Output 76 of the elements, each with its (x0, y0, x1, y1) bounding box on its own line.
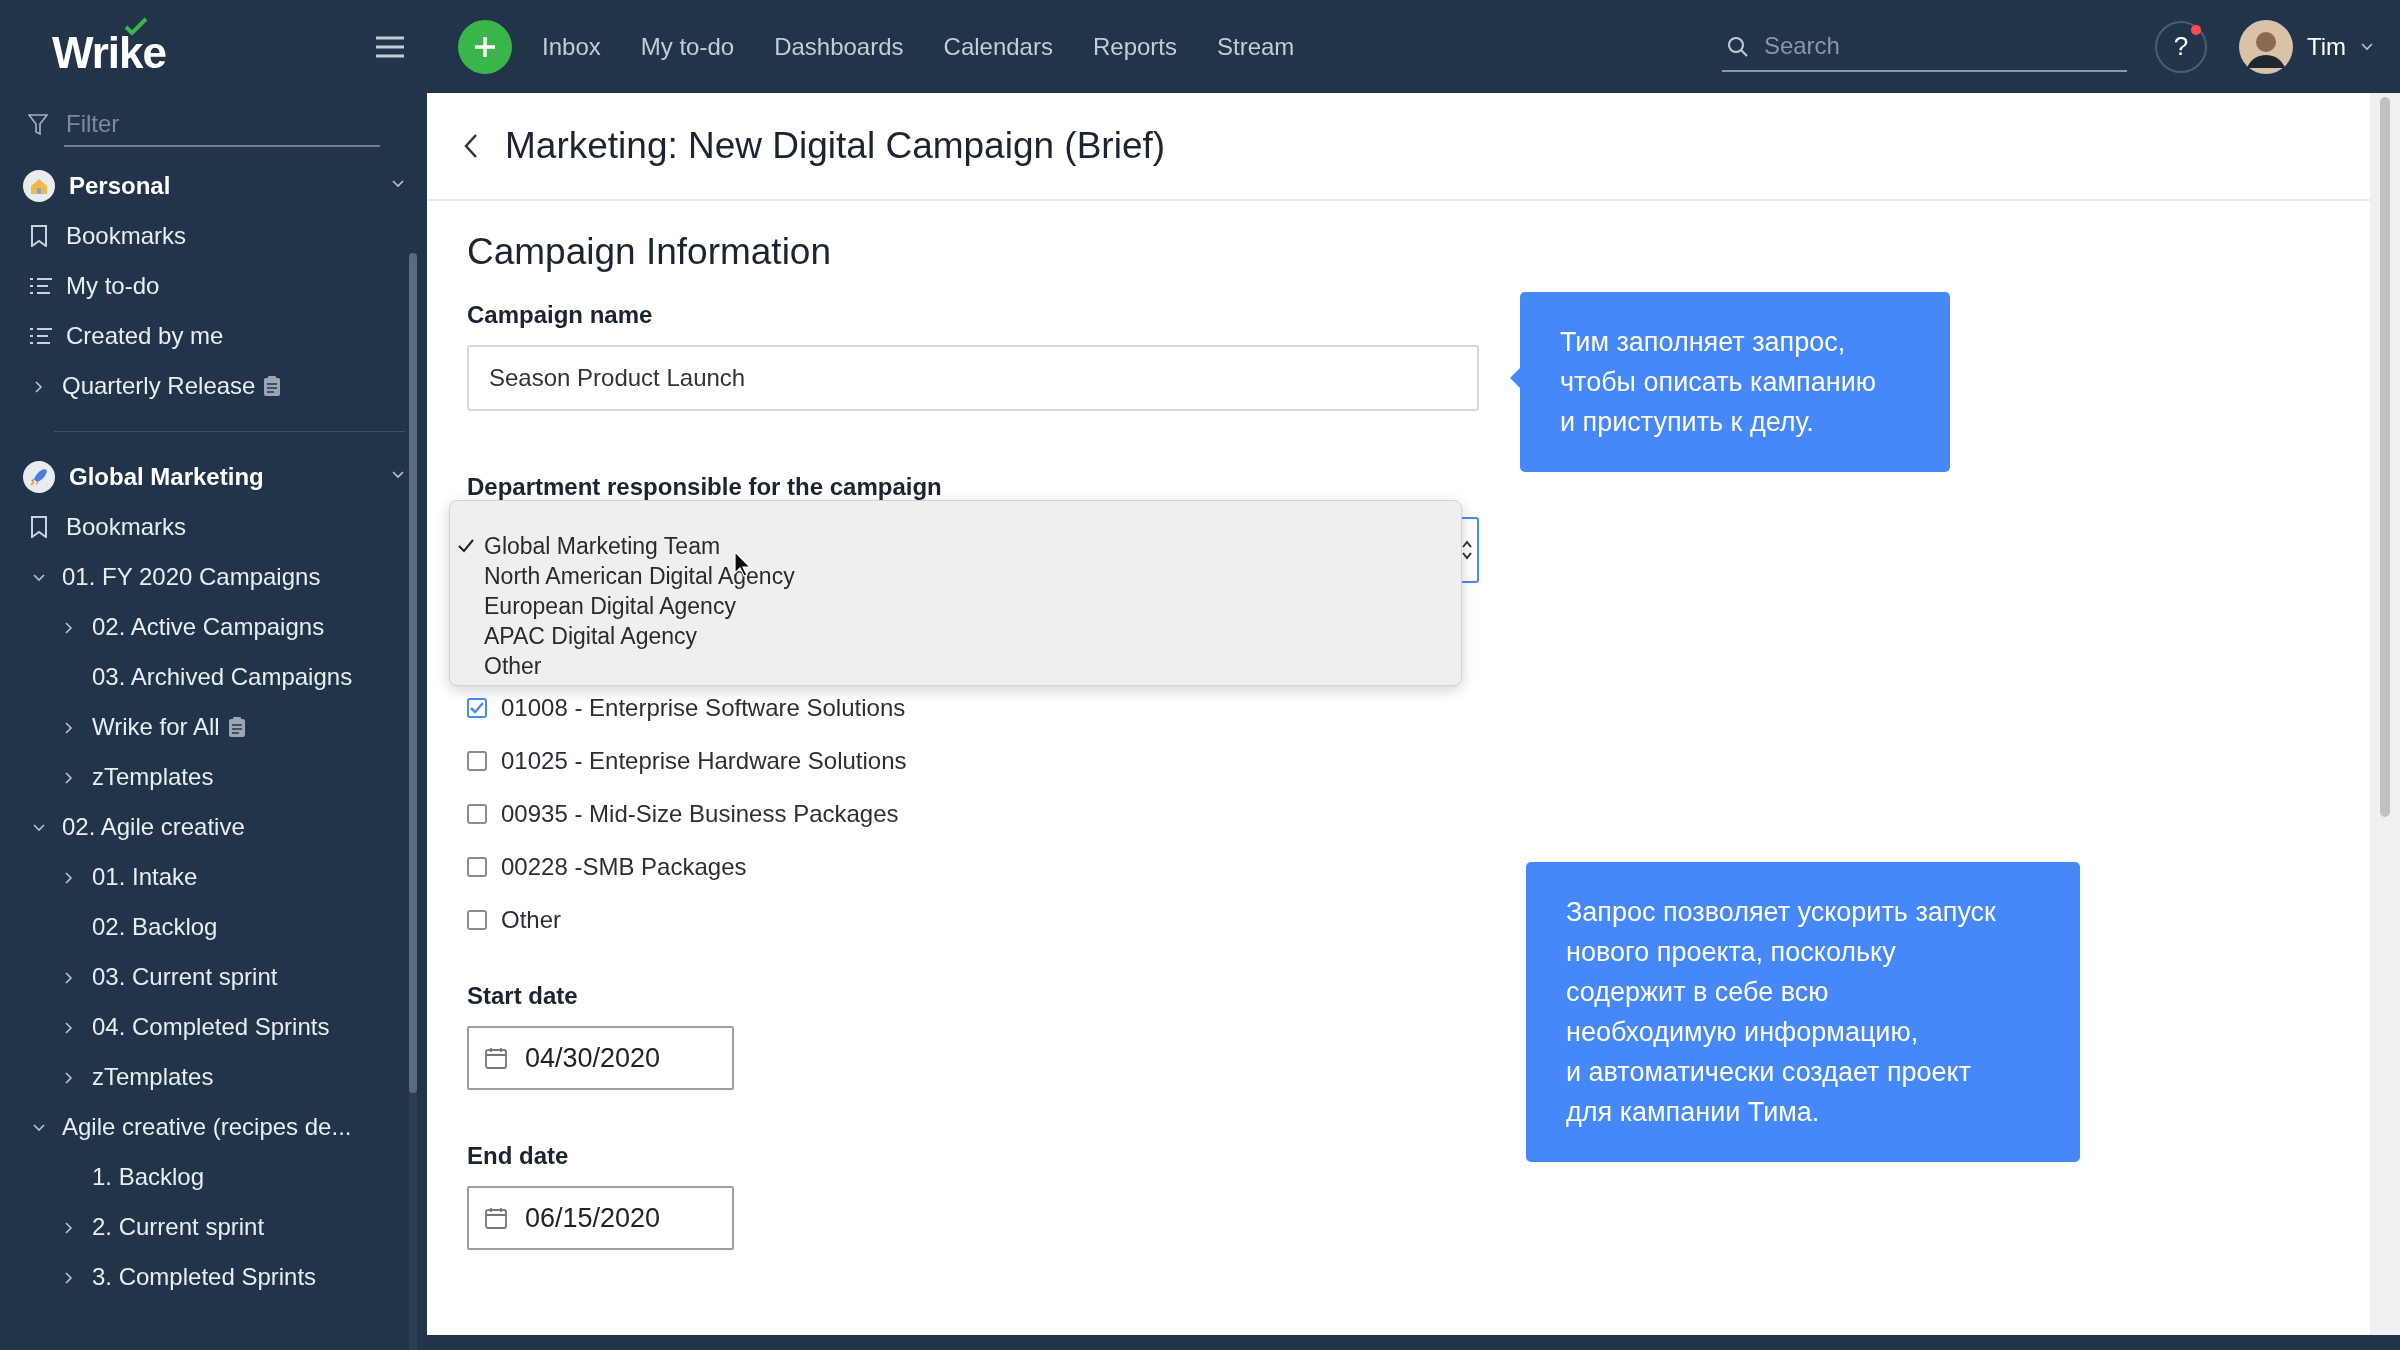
field-label: Start date (467, 982, 578, 1010)
nav-link[interactable]: Reports (1092, 32, 1177, 61)
logo[interactable]: Wrike (52, 16, 167, 77)
user-menu[interactable]: Tim (2232, 18, 2380, 75)
sidebar-item[interactable]: Agile creative (recipes de... (0, 1102, 427, 1152)
checkbox[interactable] (467, 750, 487, 771)
checkbox[interactable] (467, 697, 487, 718)
sidebar-item[interactable]: 1. Backlog (0, 1152, 427, 1202)
checkbox-option[interactable]: 01025 - Enteprise Hardware Solutions (467, 734, 907, 787)
callout: Запрос позволяет ускорить запуск нового проекта, поскольку содержит в себе всю необходимую информацию, и автоматически создает проект для кампании Тима. (1526, 862, 2080, 1162)
sidebar-item[interactable]: 03. Current sprint (0, 952, 427, 1002)
house-icon (23, 170, 55, 202)
list-icon (30, 327, 52, 345)
scrollbar[interactable] (2380, 97, 2390, 817)
search-field[interactable]: Search (1721, 21, 2127, 72)
checkbox[interactable] (467, 803, 487, 824)
nav-link[interactable]: Stream (1217, 32, 1295, 61)
checkbox[interactable] (467, 856, 487, 877)
checkbox-option[interactable]: 00935 - Mid-Size Business Packages (467, 787, 899, 840)
space-header[interactable]: Global Marketing (0, 452, 427, 502)
sidebar-item[interactable]: 02. Backlog (0, 902, 427, 952)
sidebar-item[interactable]: Wrike for All (0, 702, 427, 752)
filter-icon (28, 114, 48, 136)
dropdown-option[interactable]: European Digital Agency (458, 591, 1461, 621)
dropdown-option[interactable]: Other (458, 651, 1461, 681)
checkbox-option[interactable]: Other (467, 893, 562, 946)
checkbox[interactable] (467, 909, 487, 930)
field-label: End date (467, 1142, 569, 1170)
nav-link[interactable]: Dashboards (774, 32, 904, 61)
space-header[interactable]: Personal (0, 161, 427, 211)
dropdown-option[interactable]: APAC Digital Agency (458, 621, 1461, 651)
avatar (2238, 19, 2293, 74)
checkbox-option[interactable]: 01008 - Enterprise Software Solutions (467, 681, 906, 734)
sidebar-item[interactable]: zTemplates (0, 752, 427, 802)
date-field[interactable]: 04/30/2020 (467, 1026, 734, 1090)
help-button[interactable]: ? (2154, 20, 2207, 73)
bookmark-icon (30, 225, 48, 247)
input-field[interactable]: Season Product Launch (467, 345, 1479, 411)
calendar-icon (485, 1047, 507, 1069)
sidebar-item[interactable]: 04. Completed Sprints (0, 1002, 427, 1052)
sidebar-item[interactable]: 03. Archived Campaigns (0, 652, 427, 702)
sidebar-item[interactable]: Bookmarks (0, 211, 427, 261)
menu-button[interactable] (376, 35, 405, 58)
rocket-icon (23, 461, 55, 493)
section-title: Campaign Information (467, 231, 832, 273)
sidebar-item[interactable]: Bookmarks (0, 502, 427, 552)
date-field[interactable]: 06/15/2020 (467, 1186, 734, 1250)
sidebar-item[interactable]: Quarterly Release (0, 361, 427, 411)
sidebar-item[interactable]: 3. Completed Sprints (0, 1252, 427, 1302)
sidebar-item[interactable]: Created by me (0, 311, 427, 361)
calendar-icon (485, 1207, 507, 1229)
nav-link[interactable]: My to-do (640, 32, 735, 61)
dropdown-option[interactable]: North American Digital Agency (458, 561, 1461, 591)
search-icon (1725, 34, 1750, 59)
checkbox-option[interactable]: 00228 -SMB Packages (467, 840, 747, 893)
sidebar-item[interactable]: zTemplates (0, 1052, 427, 1102)
callout: Тим заполняет запрос, чтобы описать кампанию и приступить к делу. (1520, 292, 1950, 472)
sidebar-item[interactable]: 02. Active Campaigns (0, 602, 427, 652)
plus-icon (473, 34, 498, 59)
sidebar-item[interactable]: 01. Intake (0, 852, 427, 902)
sidebar-item[interactable]: 02. Agile creative (0, 802, 427, 852)
nav-link[interactable]: Calendars (943, 32, 1053, 61)
sidebar-item[interactable]: My to-do (0, 261, 427, 311)
back-button[interactable] (463, 133, 479, 159)
bookmark-icon (30, 516, 48, 538)
dropdown-option[interactable]: Global Marketing Team (458, 531, 1461, 561)
nav-link[interactable]: Inbox (542, 32, 601, 61)
sidebar-item[interactable]: 2. Current sprint (0, 1202, 427, 1252)
scrollbar[interactable] (409, 253, 417, 1350)
field-label: Department responsible for the campaign (467, 473, 942, 501)
page-title: Marketing: New Digital Campaign (Brief) (505, 125, 1166, 167)
field-label: Campaign name (467, 301, 653, 329)
updown-icon (1461, 539, 1473, 561)
list-icon (30, 277, 52, 295)
sidebar-item[interactable]: 01. FY 2020 Campaigns (0, 552, 427, 602)
filter-field[interactable]: Filter (64, 103, 380, 147)
